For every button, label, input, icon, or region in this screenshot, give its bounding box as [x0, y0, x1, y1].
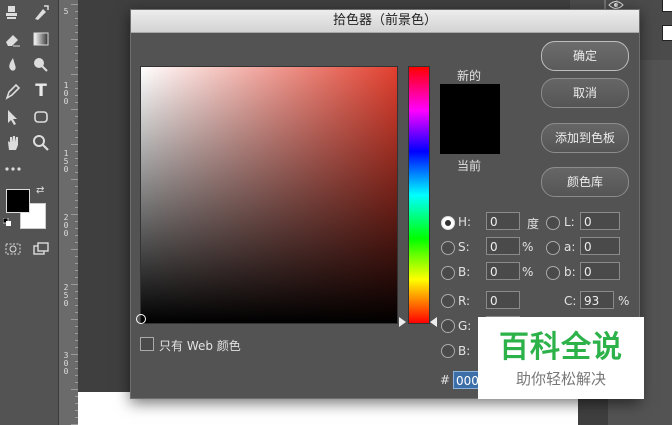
layer-thumbnail: [662, 0, 672, 12]
rgb-b-label: B:: [458, 344, 471, 358]
radio-r[interactable]: [441, 294, 455, 308]
cancel-button[interactable]: 取消: [541, 78, 629, 108]
ruler-number: 1 0 0: [63, 81, 69, 106]
radio-rgb-b[interactable]: [441, 344, 455, 358]
g-label: G:: [458, 319, 472, 333]
rectangle-shape-icon[interactable]: [30, 106, 52, 128]
pen-icon[interactable]: [2, 80, 24, 102]
swap-colors-icon[interactable]: ⇄: [36, 185, 44, 196]
r-field[interactable]: 0: [486, 291, 520, 309]
ruler-number: 2 0 0: [63, 213, 69, 238]
foreground-color-swatch[interactable]: [6, 189, 30, 213]
new-color-preview: [440, 84, 500, 120]
screen-mode-icon[interactable]: [30, 238, 52, 260]
web-colors-label: 只有 Web 颜色: [159, 339, 241, 353]
a-label: a:: [564, 240, 576, 254]
b-field[interactable]: 0: [486, 262, 520, 280]
hue-slider-right-arrow[interactable]: [430, 317, 437, 327]
h-field[interactable]: 0: [486, 212, 520, 230]
radio-a[interactable]: [546, 241, 560, 255]
hand-icon[interactable]: [2, 132, 24, 154]
default-colors-icon[interactable]: [3, 218, 11, 226]
watermark: 百科全说 助你轻松解决: [478, 317, 644, 399]
ruler-number: 1 5 0: [63, 149, 69, 174]
zoom-icon[interactable]: [30, 132, 52, 154]
toolbar: T ⇄: [0, 0, 58, 425]
lab-b-label: b:: [564, 265, 576, 279]
more-icon[interactable]: [2, 158, 24, 180]
s-unit: %: [522, 240, 534, 254]
eraser-icon[interactable]: [2, 28, 24, 50]
dodge-icon[interactable]: [30, 54, 52, 76]
watermark-title: 百科全说: [499, 330, 623, 365]
blur-icon[interactable]: [2, 54, 24, 76]
radio-lab-b[interactable]: [546, 266, 560, 280]
dialog-title: 拾色器（前景色）: [332, 13, 437, 28]
ruler-number: 2 5 0: [63, 283, 69, 308]
gradient-icon[interactable]: [30, 28, 52, 50]
b-label: B:: [458, 265, 471, 279]
add-to-swatches-button[interactable]: 添加到色板: [541, 123, 629, 153]
s-field[interactable]: 0: [486, 237, 520, 255]
c-field[interactable]: 93: [580, 291, 614, 309]
hex-label: #: [440, 373, 451, 387]
history-brush-icon[interactable]: [30, 2, 52, 24]
radio-g[interactable]: [441, 319, 455, 333]
hue-slider[interactable]: [408, 66, 430, 324]
text-tool-icon[interactable]: T: [30, 80, 52, 102]
b-unit: %: [522, 265, 534, 279]
color-libraries-button[interactable]: 颜色库: [541, 167, 629, 197]
current-color-preview[interactable]: [440, 120, 500, 154]
c-label: C:: [564, 294, 577, 308]
current-color-label: 当前: [457, 159, 482, 173]
l-field[interactable]: 0: [580, 212, 620, 230]
radio-s[interactable]: [441, 241, 455, 255]
h-label: H:: [458, 215, 472, 229]
hue-slider-left-arrow[interactable]: [399, 317, 406, 327]
color-field-cursor[interactable]: [136, 314, 146, 324]
ok-button[interactable]: 确定: [541, 41, 629, 71]
quick-mask-icon[interactable]: [2, 238, 24, 260]
watermark-subtitle: 助你轻松解决: [515, 370, 606, 388]
s-label: S:: [458, 240, 470, 254]
new-color-label: 新的: [457, 69, 482, 83]
web-colors-checkbox[interactable]: [140, 337, 154, 351]
c-unit: %: [618, 294, 630, 308]
path-select-icon[interactable]: [2, 106, 24, 128]
dialog-titlebar[interactable]: 拾色器（前景色）: [131, 10, 639, 33]
ruler-number: 5: [63, 7, 69, 16]
ruler-number: 3 0 0: [63, 351, 69, 376]
radio-h[interactable]: [441, 216, 455, 230]
h-unit: 度: [527, 217, 540, 231]
radio-l[interactable]: [546, 216, 560, 230]
radio-b[interactable]: [441, 266, 455, 280]
layer-thumbnail: [662, 25, 672, 41]
a-field[interactable]: 0: [580, 237, 620, 255]
vertical-ruler: 5 1 0 0 1 5 0 2 0 0 2 5 0 3 0 0: [58, 0, 79, 425]
stamp-icon[interactable]: [2, 2, 24, 24]
color-field[interactable]: [140, 66, 398, 324]
r-label: R:: [458, 294, 471, 308]
l-label: L:: [564, 215, 575, 229]
lab-b-field[interactable]: 0: [580, 262, 620, 280]
